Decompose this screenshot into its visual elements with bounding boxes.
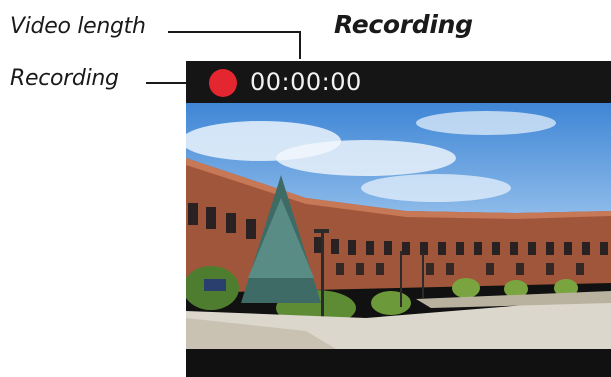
recording-callout-label: Recording (10, 66, 119, 91)
viewfinder-bottom-bar (186, 349, 611, 377)
recording-status-bar: 00:00:00 (186, 61, 611, 103)
video-length-leader-line (168, 31, 301, 33)
page-title: Recording (334, 10, 473, 39)
camera-viewfinder[interactable]: 00:00:00 (186, 61, 611, 377)
video-length-timer: 00:00:00 (250, 68, 362, 96)
video-length-callout-label: Video length (10, 14, 146, 39)
record-indicator-icon (209, 69, 237, 97)
camera-preview-image (186, 103, 611, 349)
video-length-leader-line-vertical (299, 31, 301, 59)
